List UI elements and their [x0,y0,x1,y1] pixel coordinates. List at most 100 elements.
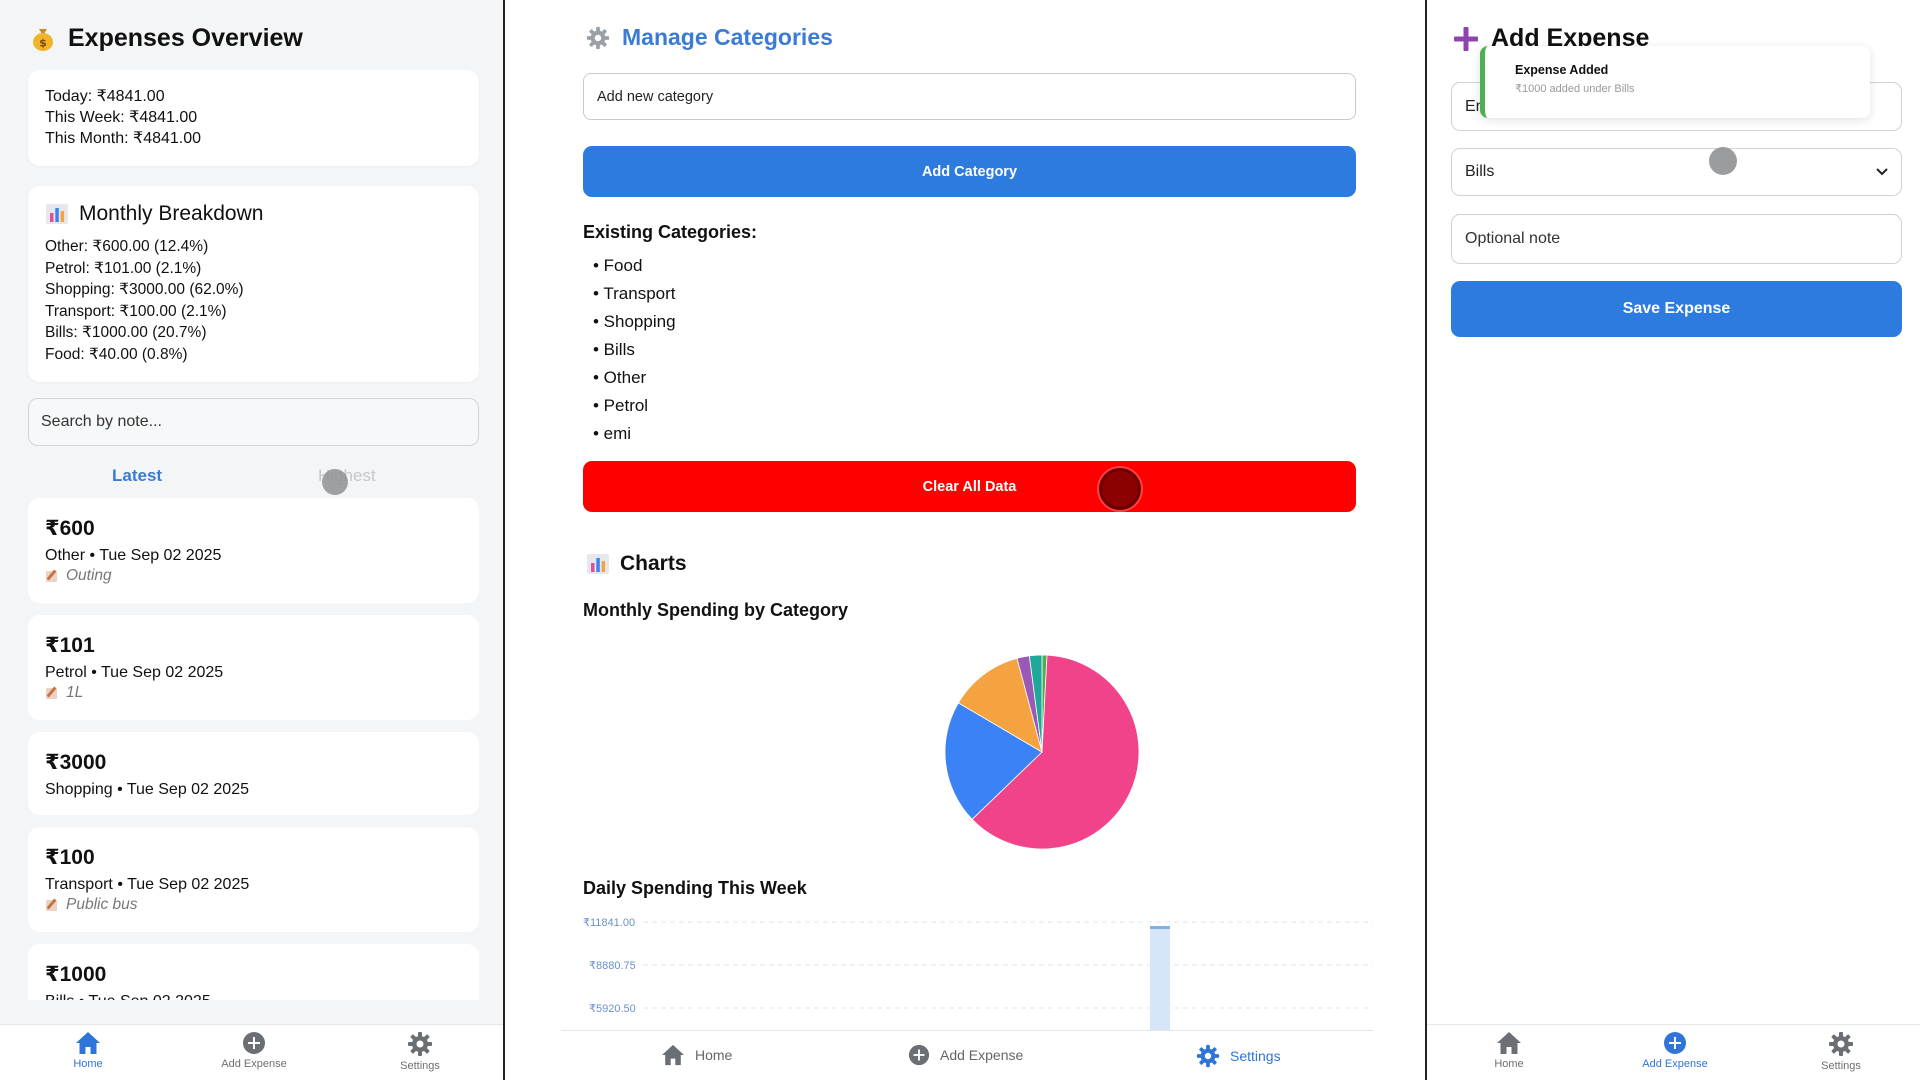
touch-indicator [1099,468,1141,510]
settings-header: Manage Categories [586,24,833,51]
bar-chart-icon [46,204,68,224]
existing-categories-title: Existing Categories: [583,222,758,242]
settings-title: Manage Categories [622,24,833,50]
svg-text:$: $ [39,36,47,49]
expense-note-text: Outing [66,567,112,584]
monthly-chart-title: Monthly Spending by Category [583,600,849,620]
home-icon [76,1032,100,1054]
daily-bar-chart: ₹11841.00 ₹8880.75 ₹5920.50 [583,917,1373,1030]
memo-icon [45,898,60,912]
nav-settings-label: Settings [400,1060,440,1072]
gear-icon [1829,1032,1853,1056]
nav-add-label: Add Expense [940,1047,1024,1063]
nav-home-label: Home [73,1058,103,1070]
y-tick-label: ₹11841.00 [583,917,635,929]
nav-settings[interactable]: Settings [1196,1044,1281,1068]
nav-add-expense[interactable]: Add Expense [1615,1031,1735,1070]
category-list: • Food • Transport • Shopping • Bills • … [593,252,676,448]
daily-bar-cap [1150,926,1170,929]
add-circle-icon [243,1032,265,1054]
category-item: • emi [593,424,632,443]
toast-title: Expense Added [1515,63,1609,77]
breakdown-line: Bills: ₹1000.00 (20.7%) [45,324,207,341]
category-item: • Bills [593,340,635,359]
search-input[interactable] [28,398,479,446]
overview-panel: $ Expenses Overview Today: ₹4841.00 This… [0,0,505,1080]
money-bag-icon: $ [33,28,53,51]
expense-item[interactable]: ₹600 Other • Tue Sep 02 2025 Outing [28,498,479,603]
nav-home-label: Home [695,1047,733,1063]
expense-meta: Transport • Tue Sep 02 2025 [45,876,250,893]
bottom-nav: Home Add Expense Settings [561,1030,1373,1080]
week-total: This Week: ₹4841.00 [45,109,198,126]
breakdown-line: Other: ₹600.00 (12.4%) [45,238,209,255]
home-icon [1497,1032,1521,1054]
y-tick-label: ₹5920.50 [589,1003,636,1015]
monthly-breakdown-card: Monthly Breakdown Other: ₹600.00 (12.4%)… [28,186,479,382]
nav-home[interactable]: Home [661,1044,732,1066]
settings-panel: Manage Categories Add Category Existing … [505,0,1425,1080]
expense-list: ₹600 Other • Tue Sep 02 2025 Outing ₹101… [28,498,479,1000]
gear-icon [586,26,610,49]
add-circle-icon [1664,1032,1686,1054]
nav-add-label: Add Expense [221,1058,287,1070]
summary-card: Today: ₹4841.00 This Week: ₹4841.00 This… [28,70,479,166]
sort-latest-tab[interactable]: Latest [112,466,162,486]
nav-home[interactable]: Home [28,1031,148,1070]
category-select[interactable]: Bills [1451,148,1902,196]
breakdown-line: Petrol: ₹101.00 (2.1%) [45,259,202,277]
expense-note-text: 1L [66,684,84,701]
expense-item[interactable]: ₹100 Transport • Tue Sep 02 2025 Public … [28,827,479,932]
save-expense-button[interactable]: Save Expense [1451,281,1902,337]
category-item: • Shopping [593,312,676,331]
nav-settings-label: Settings [1230,1048,1281,1064]
chevron-down-icon [1876,168,1888,176]
touch-indicator [322,469,348,495]
expense-item[interactable]: ₹101 Petrol • Tue Sep 02 2025 1L [28,615,479,720]
nav-add-expense[interactable]: Add Expense [194,1031,314,1070]
monthly-pie-chart [944,654,1140,850]
add-expense-panel: Add Expense Bills Save Expense Expense A… [1425,0,1920,1080]
expense-amount: ₹600 [45,517,95,540]
expense-item[interactable]: ₹1000 Bills • Tue Sep 02 2025 [28,944,479,1000]
category-item: • Transport [593,284,676,303]
clear-all-data-button[interactable]: Clear All Data [583,461,1356,512]
nav-settings[interactable]: Settings [1781,1031,1901,1072]
expense-item[interactable]: ₹3000 Shopping • Tue Sep 02 2025 [28,732,479,815]
nav-add-label: Add Expense [1642,1058,1708,1070]
memo-icon [45,686,60,700]
expense-note: 1L [45,684,462,702]
nav-settings-label: Settings [1821,1060,1861,1072]
breakdown-line: Transport: ₹100.00 (2.1%) [45,302,227,320]
nav-add-expense[interactable]: Add Expense [908,1044,1023,1066]
overview-header: $ Expenses Overview [30,24,303,53]
nav-home[interactable]: Home [1449,1031,1569,1070]
gear-icon [1196,1044,1220,1068]
expense-note: Public bus [45,896,462,914]
breakdown-header: Monthly Breakdown [45,202,462,226]
breakdown-line: Shopping: ₹3000.00 (62.0%) [45,281,244,298]
expense-meta: Petrol • Tue Sep 02 2025 [45,664,224,681]
nav-settings[interactable]: Settings [360,1031,480,1072]
expense-amount: ₹1000 [45,963,107,986]
expense-meta: Shopping • Tue Sep 02 2025 [45,781,249,798]
touch-indicator [1709,147,1737,175]
gear-icon [408,1032,432,1056]
charts-title: Charts [620,552,687,575]
breakdown-title: Monthly Breakdown [79,202,264,225]
daily-chart-title: Daily Spending This Week [583,878,807,898]
category-select-value: Bills [1465,163,1495,180]
toast-notification: Expense Added ₹1000 added under Bills [1480,46,1870,118]
note-input[interactable] [1451,214,1902,264]
new-category-input[interactable] [583,73,1356,120]
expense-meta: Bills • Tue Sep 02 2025 [45,991,462,1000]
breakdown-line: Food: ₹40.00 (0.8%) [45,345,188,363]
y-tick-label: ₹8880.75 [589,960,636,972]
expense-amount: ₹100 [45,846,95,869]
bottom-nav: Home Add Expense Settings [1427,1024,1920,1080]
add-category-button[interactable]: Add Category [583,146,1356,197]
expense-meta: Other • Tue Sep 02 2025 [45,547,222,564]
home-icon [662,1044,684,1066]
category-item: • Food [593,256,643,275]
expense-note-text: Public bus [66,896,138,913]
